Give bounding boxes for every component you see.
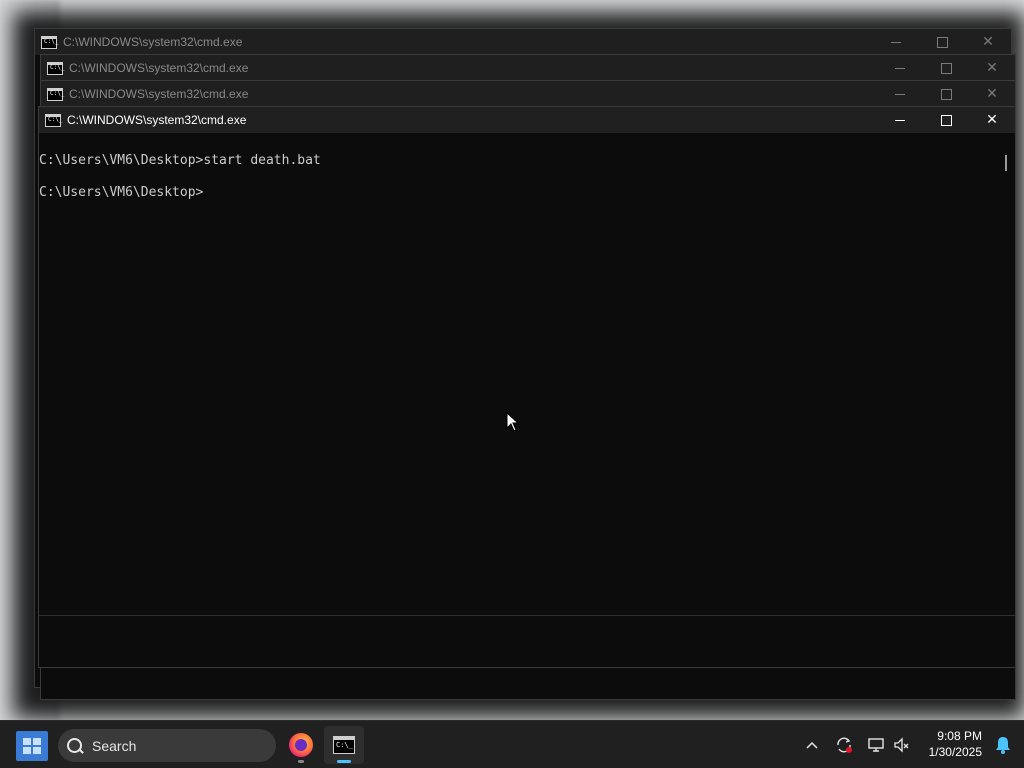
network-icon[interactable] xyxy=(866,735,886,755)
titlebar[interactable]: C:\_ C:\WINDOWS\system32\cmd.exe ✕ xyxy=(39,107,1015,133)
close-button[interactable]: ✕ xyxy=(969,107,1015,133)
titlebar[interactable]: C:\_ C:\WINDOWS\system32\cmd.exe ✕ xyxy=(35,29,1011,55)
start-button[interactable] xyxy=(16,731,48,761)
minimize-button[interactable] xyxy=(877,55,923,81)
window-title: C:\WINDOWS\system32\cmd.exe xyxy=(69,61,249,75)
show-hidden-icons-chevron-icon[interactable] xyxy=(802,735,822,755)
close-button[interactable]: ✕ xyxy=(969,55,1015,81)
firefox-icon xyxy=(289,733,313,757)
minimize-button[interactable] xyxy=(877,81,923,107)
titlebar[interactable]: C:\_ C:\WINDOWS\system32\cmd.exe ✕ xyxy=(41,55,1015,81)
taskbar-cmd[interactable]: C:\_ xyxy=(324,726,364,764)
clock[interactable]: 9:08 PM 1/30/2025 xyxy=(929,728,982,760)
cmd-icon: C:\_ xyxy=(41,35,58,49)
close-button[interactable]: ✕ xyxy=(969,81,1015,107)
search-box[interactable]: Search xyxy=(58,729,276,762)
minimize-button[interactable] xyxy=(873,29,919,55)
minimize-button[interactable] xyxy=(877,107,923,133)
console-bottom-area xyxy=(39,615,1015,667)
search-label: Search xyxy=(92,737,137,754)
maximize-button[interactable] xyxy=(923,55,969,81)
cmd-icon: C:\_ xyxy=(333,736,355,754)
taskbar: Search C:\_ 9:08 PM 1/30/2025 xyxy=(0,720,1024,768)
cmd-icon: C:\_ xyxy=(47,87,64,101)
mouse-pointer-icon xyxy=(506,412,520,432)
active-indicator xyxy=(337,760,351,763)
notification-bell-icon[interactable] xyxy=(994,735,1012,755)
scrollbar[interactable] xyxy=(1005,155,1007,171)
clock-time: 9:08 PM xyxy=(937,729,982,743)
cmd-window-active[interactable]: C:\_ C:\WINDOWS\system32\cmd.exe ✕ C:\Us… xyxy=(38,106,1016,668)
sync-icon[interactable] xyxy=(834,735,854,755)
console-prompt: C:\Users\VM6\Desktop> xyxy=(39,185,204,200)
cmd-icon: C:\_ xyxy=(47,61,64,75)
window-title: C:\WINDOWS\system32\cmd.exe xyxy=(69,87,249,101)
cmd-icon: C:\_ xyxy=(45,113,62,127)
window-title: C:\WINDOWS\system32\cmd.exe xyxy=(67,113,247,127)
taskbar-firefox[interactable] xyxy=(281,726,321,764)
windows-logo-icon xyxy=(23,738,31,745)
console-line: C:\Users\VM6\Desktop>start death.bat xyxy=(39,153,321,168)
volume-muted-icon[interactable] xyxy=(892,735,912,755)
search-icon xyxy=(66,737,84,755)
clock-date: 1/30/2025 xyxy=(928,745,982,759)
close-button[interactable]: ✕ xyxy=(965,29,1011,55)
maximize-button[interactable] xyxy=(919,29,965,55)
window-title: C:\WINDOWS\system32\cmd.exe xyxy=(63,35,243,49)
console-output[interactable]: C:\Users\VM6\Desktop>start death.bat C:\… xyxy=(39,137,1015,615)
titlebar[interactable]: C:\_ C:\WINDOWS\system32\cmd.exe ✕ xyxy=(41,81,1015,107)
running-indicator xyxy=(298,760,304,763)
maximize-button[interactable] xyxy=(923,107,969,133)
maximize-button[interactable] xyxy=(923,81,969,107)
